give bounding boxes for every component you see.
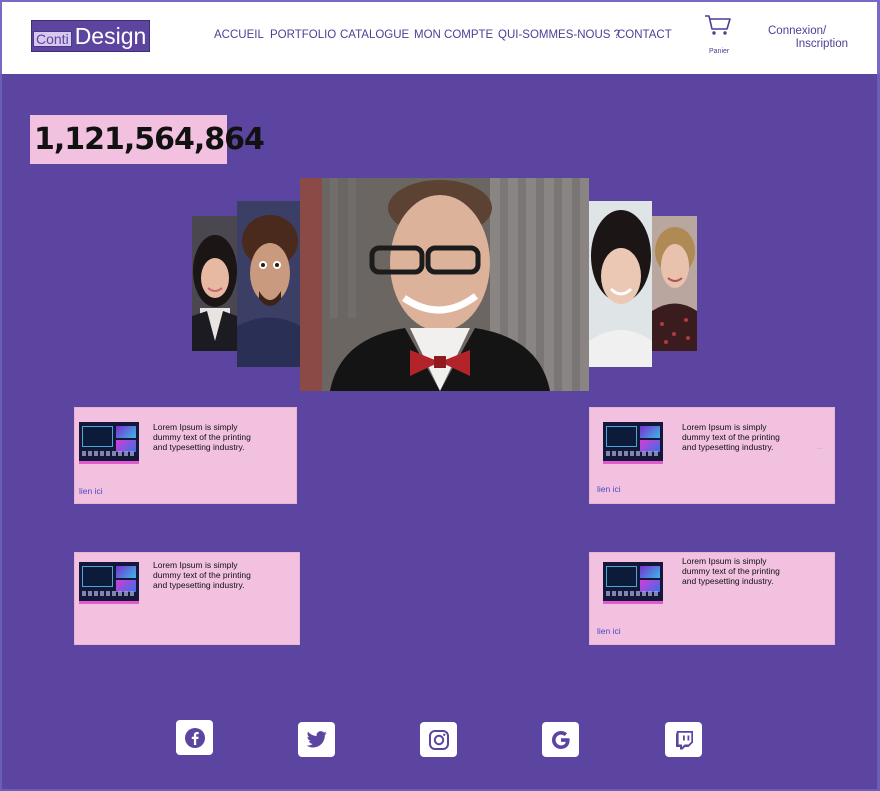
twitch-button[interactable] <box>665 722 702 757</box>
card-link[interactable]: lien ici <box>597 626 621 636</box>
nav-item-qui-sommes-nous[interactable]: QUI-SOMMES-NOUS ? <box>498 29 620 41</box>
card-thumbnail[interactable] <box>603 422 663 464</box>
card-description: Lorem Ipsum is simply dummy text of the … <box>153 422 251 452</box>
nav-item-portfolio[interactable]: PORTFOLIO <box>270 29 336 41</box>
carousel-photo-woman-blonde[interactable] <box>652 216 697 351</box>
carousel-photo-man-bow-tie[interactable] <box>300 178 589 391</box>
carousel-photo-woman-dark-hair[interactable] <box>192 216 237 351</box>
nav-item-catalogue[interactable]: CATALOGUE <box>340 29 409 41</box>
twitter-icon <box>306 730 327 747</box>
logo-text-conti: Conti <box>33 31 72 47</box>
card-description: Lorem Ipsum is simply dummy text of the … <box>682 556 780 586</box>
google-icon <box>551 730 570 749</box>
facebook-icon <box>184 727 205 748</box>
site-header: Conti Design ACCUEIL PORTFOLIO CATALOGUE… <box>0 0 880 74</box>
twitch-icon <box>675 730 693 749</box>
cart-icon <box>705 15 731 35</box>
instagram-icon <box>428 729 449 750</box>
card-thumbnail[interactable] <box>79 562 139 604</box>
nav-item-mon-compte[interactable]: MON COMPTE <box>414 29 493 41</box>
card-thumbnail[interactable] <box>603 562 663 604</box>
visitor-counter: 1,121,564,864 <box>30 115 265 164</box>
card-thumbnail[interactable] <box>79 422 139 464</box>
cart-label: Panier <box>709 48 730 55</box>
product-card-4: Lorem Ipsum is simply dummy text of the … <box>589 552 835 645</box>
product-card-1: Lorem Ipsum is simply dummy text of the … <box>74 407 297 504</box>
login-label: Connexion/ <box>768 25 827 37</box>
nav-item-accueil[interactable]: ACCUEIL <box>214 29 264 41</box>
twitter-button[interactable] <box>298 722 335 757</box>
cart-button[interactable]: Panier <box>703 12 735 58</box>
site-logo[interactable]: Conti Design <box>31 20 150 52</box>
product-card-2: Lorem Ipsum is simply dummy text of the … <box>589 407 835 504</box>
product-card-3: Lorem Ipsum is simply dummy text of the … <box>74 552 300 645</box>
logo-text-design: Design <box>74 23 147 49</box>
nav-item-contact[interactable]: CONTACT <box>617 29 672 41</box>
register-label: Inscription <box>795 38 848 50</box>
card-link[interactable]: lien ici <box>597 484 621 494</box>
card-description: Lorem Ipsum is simply dummy text of the … <box>682 422 780 452</box>
carousel-photo-woman-smiling[interactable] <box>589 201 652 367</box>
login-register-link[interactable]: Connexion/ Inscription <box>768 25 848 51</box>
carousel-photo-man-curly-hair[interactable] <box>237 201 300 367</box>
instagram-button[interactable] <box>420 722 457 757</box>
counter-value: 1,121,564,864 <box>34 122 265 157</box>
card-description: Lorem Ipsum is simply dummy text of the … <box>153 560 251 590</box>
facebook-button[interactable] <box>176 720 213 755</box>
card-ellipsis: ... <box>816 442 823 451</box>
card-link[interactable]: lien ici <box>79 486 103 496</box>
google-button[interactable] <box>542 722 579 757</box>
